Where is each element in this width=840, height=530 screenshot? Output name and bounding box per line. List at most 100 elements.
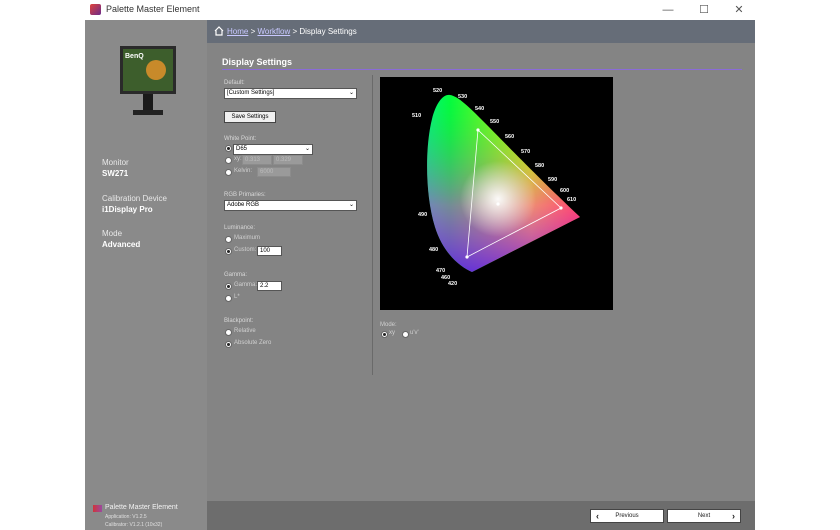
monitor-brand: BenQ	[125, 53, 144, 60]
previous-button[interactable]: ‹ Previous	[590, 509, 664, 523]
title-divider	[222, 69, 742, 70]
rgb-primaries-select[interactable]: Adobe RGB ⌄	[224, 200, 357, 211]
window-title: Palette Master Element	[106, 4, 200, 14]
white-point-label: White Point:	[224, 136, 257, 142]
wavelength-label: 530	[458, 94, 467, 100]
spectral-locus	[427, 94, 581, 272]
gamma-lstar-radio[interactable]	[225, 295, 232, 302]
footer-bar: ‹ Previous Next ›	[207, 501, 755, 530]
white-point-select[interactable]: D65 ⌄	[233, 144, 313, 155]
mode-uv-label: u'v'	[410, 330, 419, 336]
default-select-value: [Custom Settings]	[227, 90, 275, 96]
wavelength-label: 490	[418, 212, 427, 218]
default-select[interactable]: [Custom Settings] ⌄	[224, 88, 357, 99]
kelvin-field[interactable]: 6000	[257, 167, 291, 177]
mode-xy-label: xy	[389, 330, 395, 336]
application-version: Application: V1.2.5	[105, 514, 147, 520]
cie-chromaticity-diagram: 520 530 540 550 560 570 580 590 600 610 …	[380, 77, 613, 310]
save-settings-button[interactable]: Save Settings	[224, 111, 276, 123]
luminance-label: Luminance:	[224, 225, 256, 231]
blackpoint-relative-radio[interactable]	[225, 329, 232, 336]
page-title: Display Settings	[222, 57, 293, 67]
mode-label: Mode	[102, 229, 123, 238]
xy-label: xy:	[234, 156, 242, 162]
breadcrumb-bar: Home > Workflow > Display Settings	[207, 20, 755, 43]
footer-app-name: Palette Master Element	[105, 504, 178, 511]
wavelength-label: 570	[521, 149, 530, 155]
next-button[interactable]: Next ›	[667, 509, 741, 523]
column-divider	[372, 75, 373, 375]
chevron-down-icon: ⌄	[348, 202, 354, 208]
wavelength-label: 420	[448, 281, 457, 287]
white-point-select-value: D65	[236, 146, 248, 152]
previous-button-label: Previous	[615, 513, 639, 519]
sidebar: BenQ Monitor SW271 Calibration Device i1…	[85, 20, 207, 530]
red-primary-point	[559, 206, 563, 210]
wavelength-label: 520	[433, 88, 442, 94]
monitor-label: Monitor	[102, 158, 129, 167]
next-button-label: Next	[697, 513, 711, 519]
breadcrumb-sep-2: >	[292, 27, 298, 36]
lstar-label: L*	[234, 294, 240, 300]
wavelength-label: 510	[412, 113, 421, 119]
monitor-image: BenQ	[120, 46, 176, 115]
window-titlebar: Palette Master Element — ☐ ✕	[85, 0, 755, 20]
luminance-maximum-radio[interactable]	[225, 236, 232, 243]
minimize-icon[interactable]: —	[659, 2, 677, 18]
breadcrumb-workflow[interactable]: Workflow	[257, 27, 290, 36]
chevron-down-icon: ⌄	[348, 90, 354, 96]
rgb-primaries-label: RGB Primaries:	[224, 192, 266, 198]
default-label: Default:	[224, 80, 245, 86]
blue-primary-point	[465, 255, 469, 259]
wavelength-label: 550	[490, 119, 499, 125]
luminance-input[interactable]: 100	[257, 246, 282, 256]
white-point-kelvin-radio[interactable]	[225, 169, 232, 176]
xy-x-field[interactable]: 0.313	[242, 155, 272, 165]
palette-logo-icon	[93, 505, 102, 512]
wavelength-label: 560	[505, 134, 514, 140]
breadcrumb-current: Display Settings	[299, 27, 357, 36]
wavelength-label: 590	[548, 177, 557, 183]
wavelength-label: 480	[429, 247, 438, 253]
luminance-maximum-label: Maximum	[234, 235, 261, 241]
chevron-right-icon: ›	[732, 511, 735, 521]
gamma-input[interactable]: 2.2	[257, 281, 282, 291]
luminance-custom-label: Custom:	[234, 247, 257, 253]
chevron-down-icon: ⌄	[304, 146, 310, 152]
wavelength-label: 610	[567, 197, 576, 203]
close-icon[interactable]: ✕	[730, 2, 748, 18]
chevron-left-icon: ‹	[596, 511, 599, 521]
wavelength-label: 600	[560, 188, 569, 194]
home-icon[interactable]	[214, 26, 224, 36]
mode-uv-radio[interactable]	[402, 331, 409, 338]
maximize-icon[interactable]: ☐	[695, 2, 713, 18]
calibration-device-value: i1Display Pro	[102, 205, 153, 214]
breadcrumb: Home > Workflow > Display Settings	[227, 27, 357, 36]
white-point-marker	[496, 202, 500, 206]
gamma-value-radio[interactable]	[225, 283, 232, 290]
calibrator-version: Calibrator: V1.2.1 (10x32)	[105, 522, 163, 528]
breadcrumb-home[interactable]: Home	[227, 27, 248, 36]
blackpoint-absolute-label: Absolute Zero	[234, 340, 272, 346]
green-primary-point	[476, 128, 480, 132]
luminance-custom-radio[interactable]	[225, 248, 232, 255]
white-point-xy-radio[interactable]	[225, 157, 232, 164]
calibration-device-label: Calibration Device	[102, 194, 167, 203]
blackpoint-absolute-radio[interactable]	[225, 341, 232, 348]
kelvin-label: Kelvin:	[234, 168, 253, 174]
main-panel: Display Settings Default: [Custom Settin…	[207, 43, 755, 501]
white-point-preset-radio[interactable]	[225, 145, 232, 152]
mode-xy-radio[interactable]	[381, 331, 388, 338]
breadcrumb-sep-1: >	[250, 27, 256, 36]
rgb-primaries-select-value: Adobe RGB	[227, 202, 260, 208]
wavelength-label: 540	[475, 106, 484, 112]
gamma-label: Gamma:	[224, 272, 248, 278]
blackpoint-label: Blackpoint:	[224, 318, 254, 324]
blackpoint-relative-label: Relative	[234, 328, 256, 334]
mode-value: Advanced	[102, 240, 141, 249]
wavelength-label: 470	[436, 268, 445, 274]
monitor-value: SW271	[102, 169, 129, 178]
app-logo-icon	[90, 4, 101, 15]
xy-y-field[interactable]: 0.329	[273, 155, 303, 165]
diagram-mode-label: Mode:	[380, 322, 397, 328]
